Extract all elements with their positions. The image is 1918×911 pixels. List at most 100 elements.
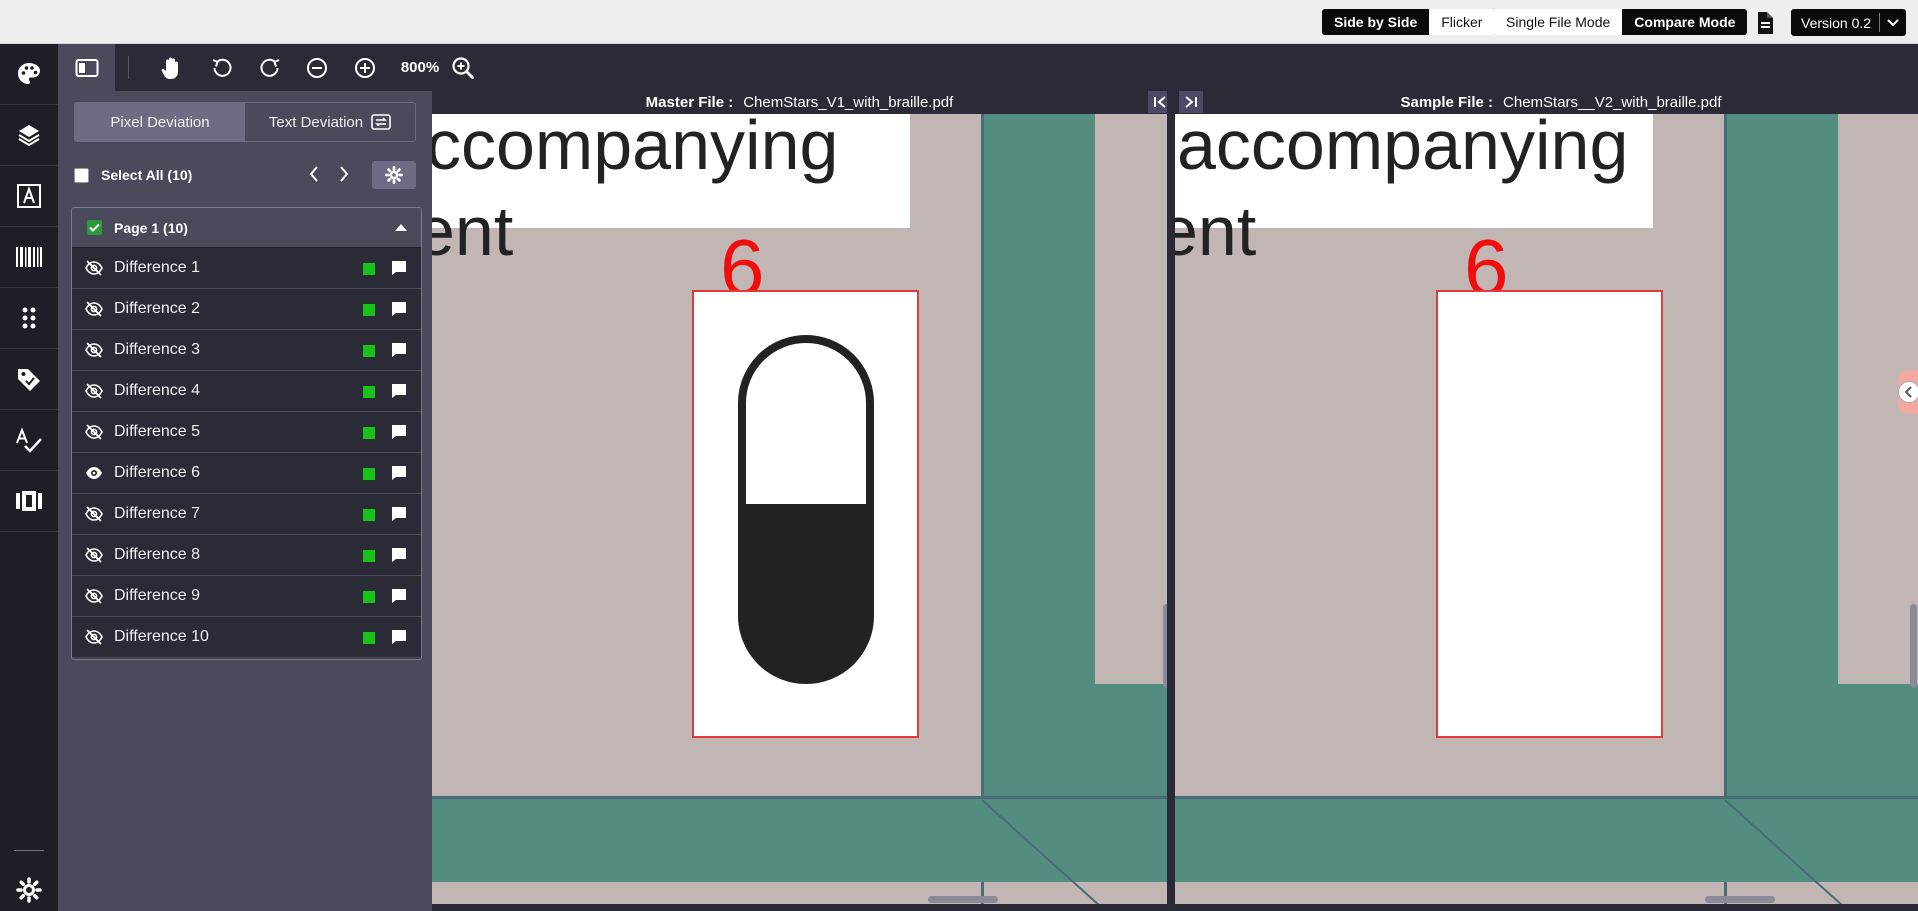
tab-text-deviation[interactable]: Text Deviation	[245, 103, 415, 141]
difference-label: Difference 1	[114, 259, 200, 276]
toggle-panel-button[interactable]	[58, 44, 115, 91]
difference-row[interactable]: Difference 2	[72, 289, 421, 330]
zoom-out-button[interactable]	[302, 44, 332, 91]
swap-icon	[371, 114, 391, 130]
difference-row[interactable]: Difference 5	[72, 412, 421, 453]
chevron-left-icon	[1904, 386, 1912, 398]
rail-item-settings[interactable]	[0, 870, 58, 910]
zoom-in-button[interactable]	[350, 44, 380, 91]
tool-rail	[0, 44, 58, 911]
master-horizontal-scrollbar[interactable]	[928, 896, 998, 903]
master-diagonal-line	[981, 799, 1100, 904]
rail-item-barcode[interactable]	[0, 227, 58, 288]
rail-item-layers[interactable]	[0, 105, 58, 166]
next-difference-button[interactable]	[338, 165, 350, 188]
chevron-down-icon	[1880, 18, 1906, 27]
difference-label: Difference 6	[114, 464, 200, 481]
comment-icon[interactable]	[390, 464, 408, 487]
sample-canvas[interactable]: accompanying ent 6	[1175, 114, 1918, 904]
rail-item-compare[interactable]	[0, 471, 58, 532]
version-label: Version 0.2	[1801, 14, 1872, 31]
difference-color-swatch	[363, 386, 375, 398]
comment-icon[interactable]	[390, 341, 408, 364]
pan-button[interactable]	[156, 44, 186, 91]
collapse-right-button[interactable]	[1179, 91, 1203, 113]
comment-icon[interactable]	[390, 423, 408, 446]
viewer-splitter[interactable]	[1167, 91, 1175, 911]
difference-row[interactable]: Difference 8	[72, 535, 421, 576]
magnifier-plus-icon	[452, 56, 474, 79]
sample-horizontal-scrollbar[interactable]	[1705, 896, 1775, 903]
comment-icon[interactable]	[390, 587, 408, 610]
select-all-checkbox[interactable]	[74, 167, 89, 183]
minus-circle-icon	[307, 57, 327, 78]
select-all-row: Select All (10)	[74, 160, 416, 190]
rotate-left-icon	[212, 58, 232, 77]
settings-icon	[16, 877, 42, 903]
comment-icon[interactable]	[390, 300, 408, 323]
eye-off-icon[interactable]	[85, 424, 103, 445]
eye-off-icon[interactable]	[85, 547, 103, 568]
eye-off-icon[interactable]	[85, 588, 103, 609]
eye-icon[interactable]	[85, 465, 103, 486]
difference-row[interactable]: Difference 9	[72, 576, 421, 617]
previous-difference-button[interactable]	[308, 165, 320, 188]
rail-item-color[interactable]	[0, 44, 58, 105]
master-difference-frame[interactable]	[692, 290, 919, 738]
tag-icon	[18, 369, 40, 391]
tab-label: Text Deviation	[268, 113, 364, 131]
open-drawer-button[interactable]	[1898, 381, 1918, 403]
master-canvas[interactable]: ccompanying ent 6	[432, 114, 1167, 904]
gear-icon	[385, 166, 403, 184]
comment-icon[interactable]	[390, 505, 408, 528]
version-dropdown[interactable]: Version 0.2	[1791, 9, 1906, 36]
difference-row[interactable]: Difference 7	[72, 494, 421, 535]
page-group: Page 1 (10) Difference 1 Difference 2 Diff…	[71, 207, 422, 660]
comment-icon[interactable]	[390, 259, 408, 282]
rail-item-spellcheck[interactable]	[0, 410, 58, 471]
difference-label: Difference 8	[114, 546, 200, 563]
difference-row[interactable]: Difference 6	[72, 453, 421, 494]
rail-item-tag[interactable]	[0, 349, 58, 410]
sidebar-panel-icon	[75, 58, 98, 77]
page-group-checkbox[interactable]	[87, 220, 102, 235]
flicker-button[interactable]: Flicker	[1429, 9, 1494, 35]
rail-item-braille[interactable]	[0, 288, 58, 349]
difference-row[interactable]: Difference 1	[72, 248, 421, 289]
document-icon[interactable]	[1754, 11, 1776, 35]
toolbar: 800%	[58, 44, 1918, 91]
master-inner-panel	[1095, 114, 1167, 684]
compare-mode-button[interactable]: Compare Mode	[1622, 9, 1748, 35]
rail-divider	[14, 850, 44, 851]
eye-off-icon[interactable]	[85, 506, 103, 527]
collapse-caret-icon[interactable]	[395, 224, 407, 231]
check-icon	[89, 223, 100, 232]
difference-row[interactable]: Difference 4	[72, 371, 421, 412]
zoom-fit-button[interactable]	[448, 44, 478, 91]
rail-item-text[interactable]	[0, 166, 58, 227]
sample-diagonal-line	[1724, 799, 1843, 904]
sample-difference-frame[interactable]	[1436, 290, 1663, 738]
difference-label: Difference 10	[114, 628, 209, 645]
eye-off-icon[interactable]	[85, 629, 103, 650]
comment-icon[interactable]	[390, 546, 408, 569]
difference-row[interactable]: Difference 10	[72, 617, 421, 658]
file-mode-toggle: Single File Mode Compare Mode	[1494, 9, 1748, 35]
page-group-header[interactable]: Page 1 (10)	[72, 208, 421, 248]
eye-off-icon[interactable]	[85, 301, 103, 322]
difference-row[interactable]: Difference 3	[72, 330, 421, 371]
master-text-line1: ccompanying	[432, 114, 839, 184]
side-by-side-button[interactable]: Side by Side	[1322, 9, 1430, 35]
eye-off-icon[interactable]	[85, 260, 103, 281]
eye-off-icon[interactable]	[85, 383, 103, 404]
single-file-mode-button[interactable]: Single File Mode	[1494, 9, 1622, 35]
eye-off-icon[interactable]	[85, 342, 103, 363]
panel-settings-button[interactable]	[372, 161, 416, 189]
sample-vertical-scrollbar[interactable]	[1910, 604, 1917, 688]
rotate-right-button[interactable]	[255, 44, 285, 91]
tab-pixel-deviation[interactable]: Pixel Deviation	[75, 103, 245, 141]
plus-circle-icon	[355, 57, 375, 78]
comment-icon[interactable]	[390, 628, 408, 651]
comment-icon[interactable]	[390, 382, 408, 405]
rotate-left-button[interactable]	[207, 44, 237, 91]
